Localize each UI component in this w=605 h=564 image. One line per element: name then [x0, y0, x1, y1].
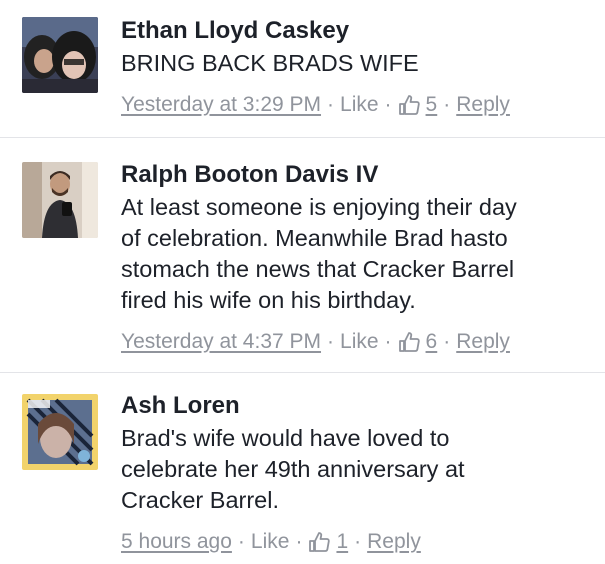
like-button[interactable]: Like [340, 91, 379, 119]
like-button[interactable]: Like [340, 328, 379, 356]
comment-actions: Yesterday at 4:37 PM · Like · 6 · Reply [121, 328, 591, 356]
avatar[interactable] [22, 162, 98, 238]
separator: · [443, 93, 451, 116]
comment-item: Ralph Booton Davis IV At least someone i… [0, 138, 605, 372]
comment-item: Ethan Lloyd Caskey BRING BACK BRADS WIFE… [0, 0, 605, 137]
comment-item: Ash Loren Brad's wife would have loved t… [0, 373, 605, 564]
like-count[interactable]: 1 [336, 528, 348, 556]
comment-author[interactable]: Ash Loren [121, 391, 591, 421]
separator: · [354, 530, 362, 553]
avatar[interactable] [22, 394, 98, 470]
comment-timestamp[interactable]: Yesterday at 4:37 PM [121, 328, 321, 356]
comment-text: BRING BACK BRADS WIFE [121, 50, 419, 76]
separator: · [327, 330, 335, 353]
comment-author[interactable]: Ralph Booton Davis IV [121, 160, 591, 190]
comment-actions: 5 hours ago · Like · 1 · Reply [121, 528, 591, 556]
reply-button[interactable]: Reply [456, 91, 510, 119]
like-count[interactable]: 6 [426, 328, 438, 356]
separator: · [327, 93, 335, 116]
avatar[interactable] [22, 17, 98, 93]
thumbs-up-icon [398, 331, 420, 353]
separator: · [237, 530, 245, 553]
reply-button[interactable]: Reply [456, 328, 510, 356]
comment-actions: Yesterday at 3:29 PM · Like · 5 · Reply [121, 91, 591, 119]
comment-timestamp[interactable]: Yesterday at 3:29 PM [121, 91, 321, 119]
comment-text: At least someone is enjoying their day o… [121, 194, 517, 313]
like-button[interactable]: Like [251, 528, 290, 556]
thumbs-up-icon [308, 531, 331, 553]
comment-author[interactable]: Ethan Lloyd Caskey [121, 16, 591, 46]
like-count[interactable]: 5 [426, 91, 438, 119]
separator: · [443, 330, 451, 353]
separator: · [384, 93, 392, 116]
thumbs-up-icon [398, 94, 420, 116]
comment-timestamp[interactable]: 5 hours ago [121, 528, 232, 556]
separator: · [384, 330, 392, 353]
comment-text: Brad's wife would have loved to celebrat… [121, 425, 465, 513]
reply-button[interactable]: Reply [367, 528, 421, 556]
separator: · [295, 530, 303, 553]
